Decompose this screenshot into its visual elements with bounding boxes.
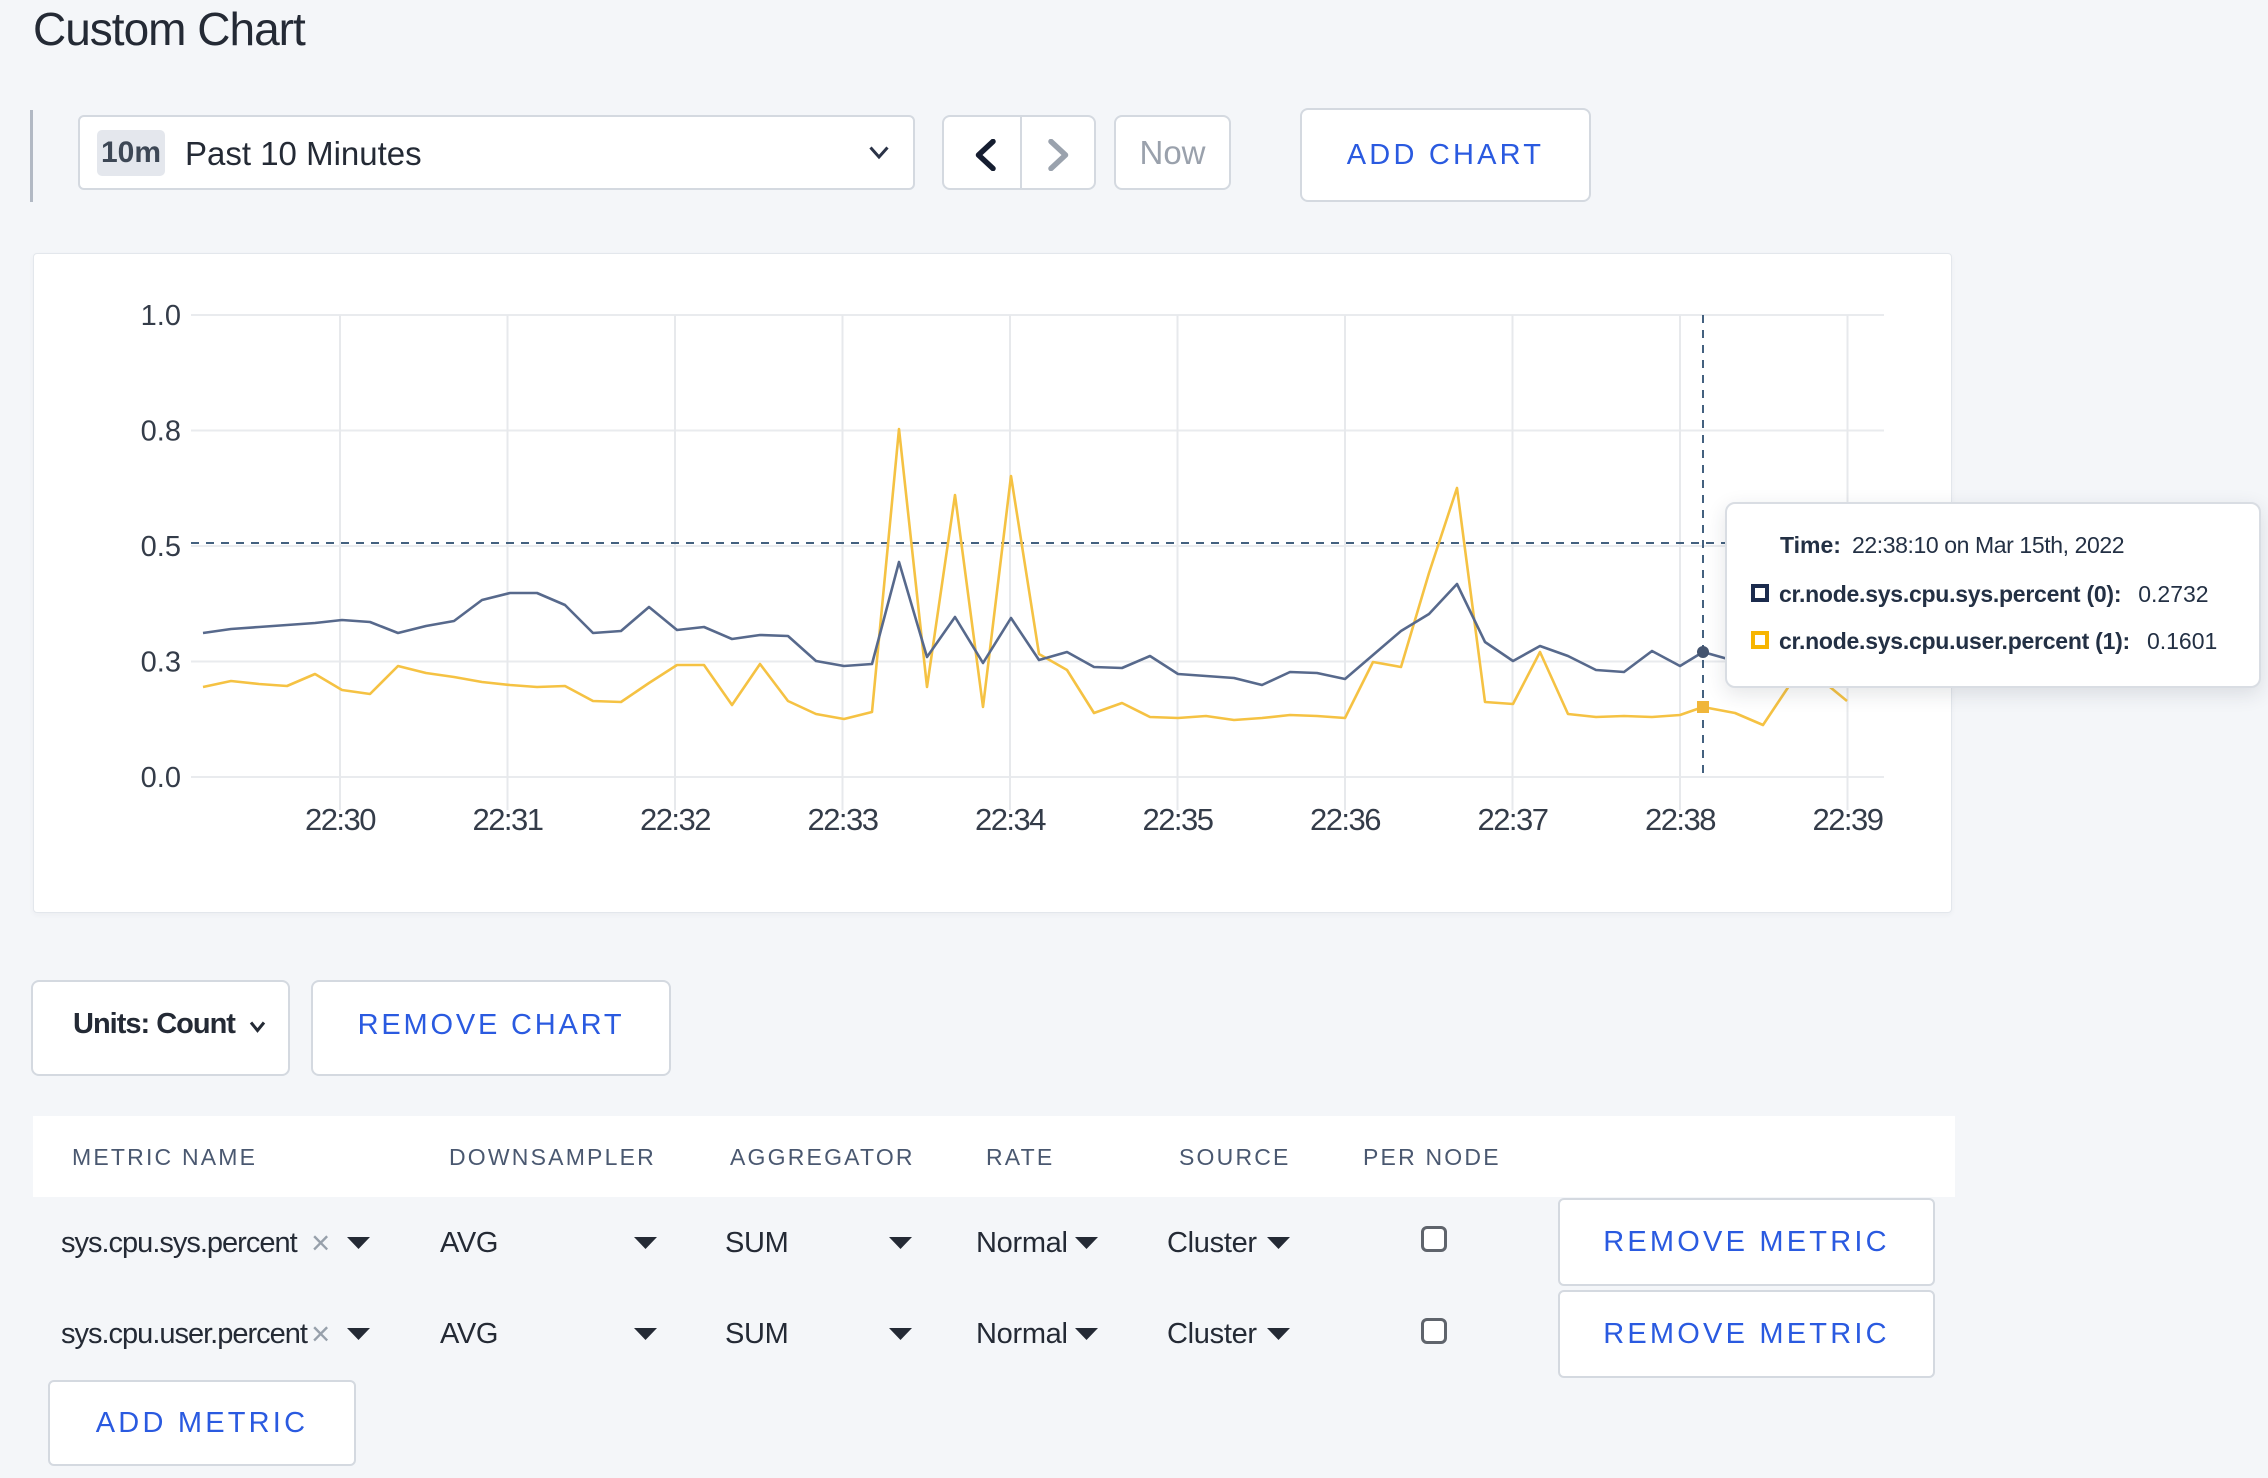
- svg-text:0.5: 0.5: [141, 531, 181, 563]
- svg-text:22:39: 22:39: [1812, 802, 1882, 837]
- svg-text:22:35: 22:35: [1142, 802, 1212, 837]
- svg-text:22:38: 22:38: [1645, 802, 1715, 837]
- svg-text:0.3: 0.3: [141, 647, 181, 679]
- svg-text:22:37: 22:37: [1477, 802, 1547, 837]
- svg-text:22:31: 22:31: [472, 802, 542, 837]
- svg-text:22:32: 22:32: [640, 802, 710, 837]
- svg-text:0.8: 0.8: [141, 416, 181, 448]
- svg-text:22:30: 22:30: [305, 802, 376, 837]
- svg-text:22:34: 22:34: [975, 802, 1046, 837]
- svg-text:0.0: 0.0: [141, 762, 181, 794]
- svg-text:22:33: 22:33: [807, 802, 877, 837]
- svg-text:22:36: 22:36: [1310, 802, 1380, 837]
- svg-text:1.0: 1.0: [141, 300, 181, 332]
